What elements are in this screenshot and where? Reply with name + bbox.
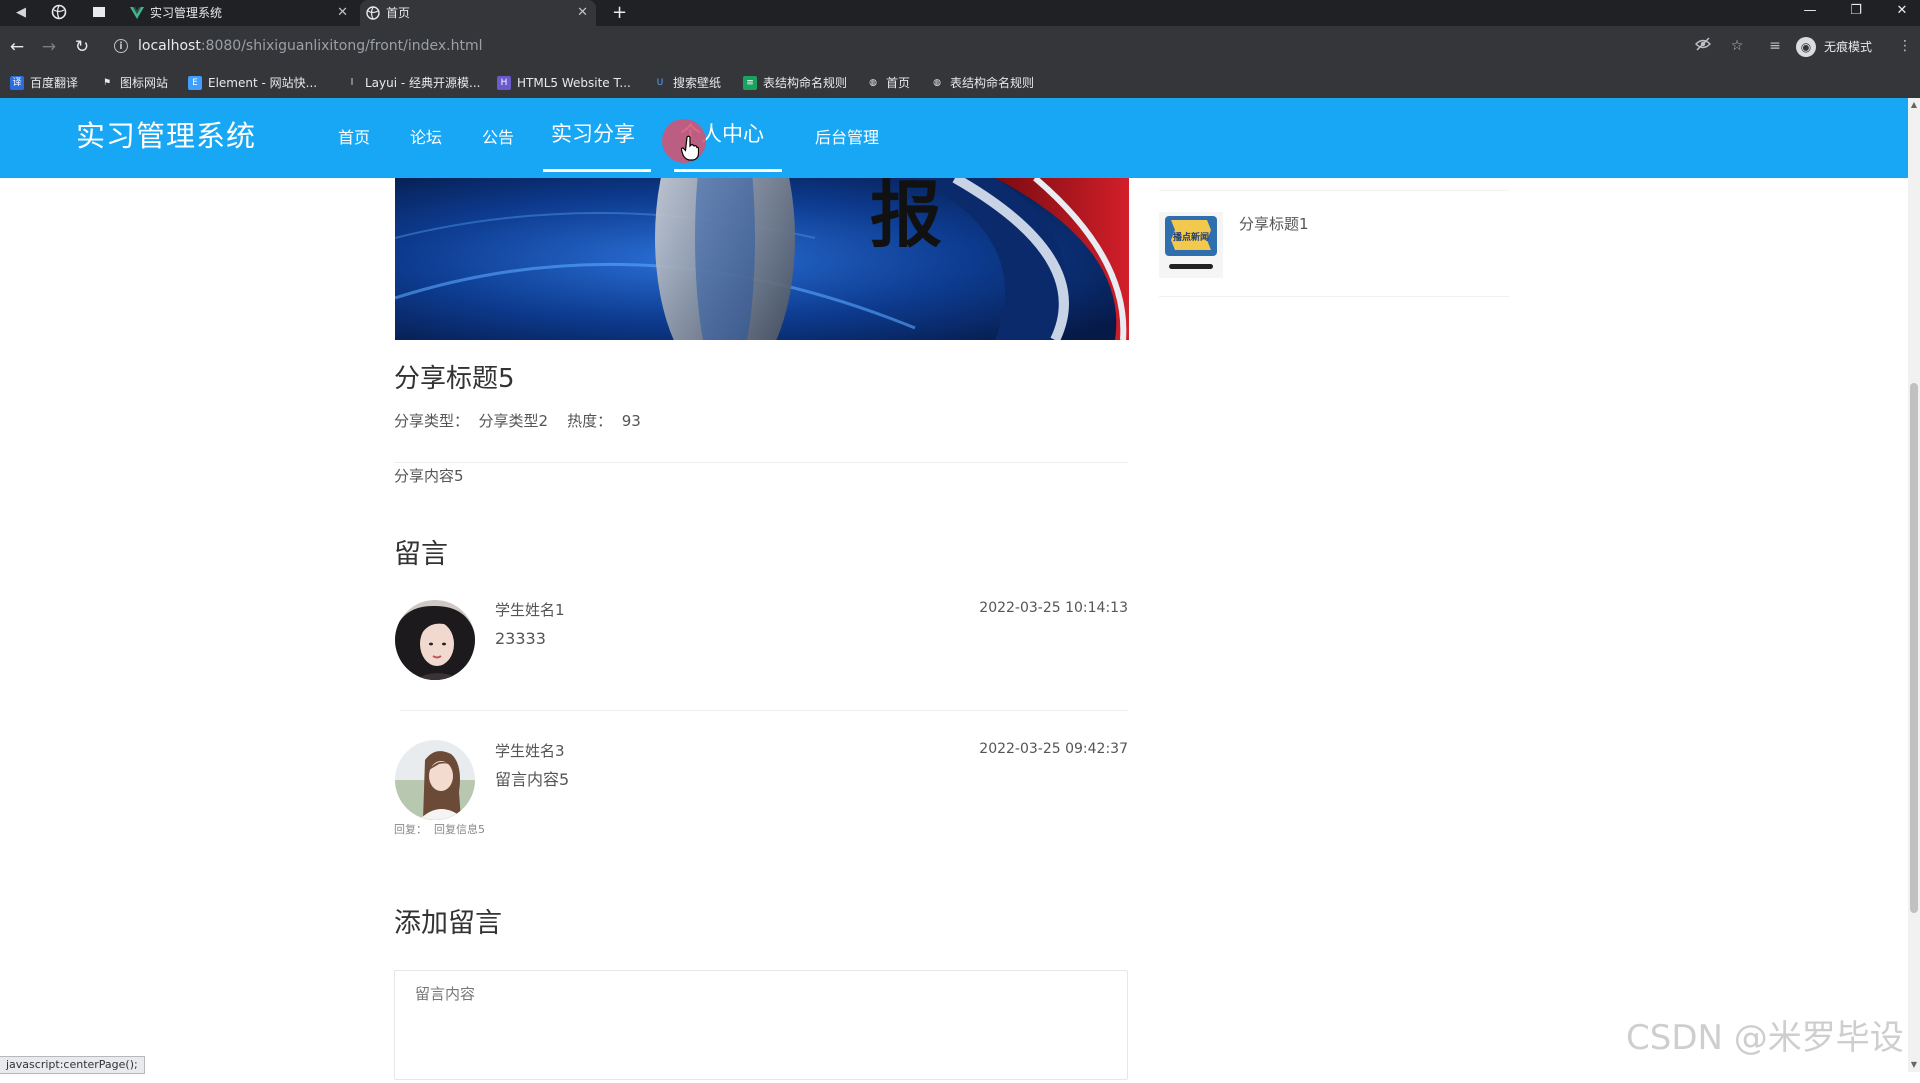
comment-input[interactable] <box>395 971 1127 1079</box>
watermark: CSDN @米罗毕设 <box>1626 1018 1904 1058</box>
avatar <box>395 600 475 680</box>
nav-admin[interactable]: 后台管理 <box>815 126 879 150</box>
html5-icon: H <box>497 76 511 90</box>
tab-home[interactable]: 首页 ✕ <box>360 0 596 26</box>
add-comment-title: 添加留言 <box>394 908 502 939</box>
sheet-icon: ≡ <box>743 76 757 90</box>
nav-underline <box>543 169 651 172</box>
bookmark-item[interactable]: ⚑ 图标网站 <box>100 75 168 91</box>
tab-square-icon[interactable] <box>90 4 108 22</box>
speaker-icon[interactable]: ◀ <box>12 4 30 22</box>
reading-list-icon[interactable]: ≡ <box>1765 36 1785 56</box>
globe-icon <box>366 6 380 20</box>
bookmark-item[interactable]: ◍ 首页 <box>866 75 910 91</box>
comment-input-wrapper <box>394 970 1128 1080</box>
flag-icon: ⚑ <box>102 78 112 88</box>
star-icon[interactable]: ☆ <box>1727 36 1747 56</box>
wallpaper-icon: U <box>656 78 664 88</box>
status-link-tooltip: javascript:centerPage(); <box>0 1056 145 1074</box>
scroll-down-icon[interactable]: ▼ <box>1910 1060 1918 1070</box>
address-bar: ← → ↻ i localhost:8080/shixiguanlixitong… <box>0 26 1920 68</box>
translate-icon: 译 <box>10 76 24 90</box>
globe-icon: ◍ <box>869 78 877 88</box>
bookmark-item[interactable]: 译百度翻译 <box>10 75 78 91</box>
restore-icon[interactable]: ❐ <box>1836 0 1876 22</box>
post-title: 分享标题5 <box>394 364 515 394</box>
new-tab-plus-icon[interactable]: + <box>612 0 627 26</box>
sidebar-item-title[interactable]: 分享标题1 <box>1239 214 1309 234</box>
bookmark-item[interactable]: l Layui - 经典开源模... <box>345 75 481 91</box>
nav-hover-underline <box>674 169 782 172</box>
forward-arrow-icon[interactable]: → <box>38 36 60 58</box>
tab-title: 实习管理系统 <box>150 6 223 20</box>
minimize-icon[interactable]: — <box>1790 0 1830 22</box>
nav-internship-share[interactable]: 实习分享 <box>551 122 635 146</box>
window-close-icon[interactable]: ✕ <box>1882 0 1920 22</box>
close-icon[interactable]: ✕ <box>577 0 588 26</box>
comment-text: 留言内容5 <box>495 770 570 789</box>
eye-off-icon[interactable] <box>1693 36 1713 56</box>
info-icon[interactable]: i <box>114 39 128 53</box>
divider <box>400 710 1128 711</box>
vue-icon <box>130 7 144 19</box>
url-field[interactable]: i localhost:8080/shixiguanlixitong/front… <box>110 33 1670 61</box>
divider <box>394 462 1128 463</box>
incognito-profile[interactable]: ◉ 无痕模式 <box>1796 35 1872 59</box>
back-arrow-icon[interactable]: ← <box>6 36 28 58</box>
nav-notice[interactable]: 公告 <box>482 126 514 150</box>
post-banner-image: 报 <box>395 178 1129 340</box>
sidebar-thumbnail[interactable]: 播点新闻 <box>1159 212 1223 278</box>
bookmark-item[interactable]: U 搜索壁纸 <box>653 75 721 91</box>
comment-author: 学生姓名1 <box>495 601 565 619</box>
comments-title: 留言 <box>394 539 448 570</box>
bookmark-item[interactable]: ◍ 表结构命名规则 <box>930 75 1034 91</box>
element-icon: E <box>188 76 202 90</box>
site-title: 实习管理系统 <box>76 119 257 153</box>
post-content: 分享内容5 <box>394 467 464 485</box>
banner-char: 报 <box>870 178 942 257</box>
bookmark-item[interactable]: ≡ 表结构命名规则 <box>743 75 847 91</box>
globe-icon[interactable] <box>50 4 68 22</box>
avatar <box>395 740 475 820</box>
post-meta: 分享类型： 分享类型2 热度： 93 <box>394 412 641 430</box>
browser-tab-bar: ◀ 实习管理系统 ✕ 首页 ✕ + — ❐ ✕ <box>0 0 1920 26</box>
incognito-icon: ◉ <box>1796 37 1816 57</box>
comment-reply: 回复： 回复信息5 <box>394 823 485 836</box>
sidebar-divider <box>1159 296 1509 297</box>
site-header: 实习管理系统 首页 论坛 公告 实习分享 个人中心 后台管理 <box>0 98 1908 178</box>
comment-author: 学生姓名3 <box>495 742 565 760</box>
reload-icon[interactable]: ↻ <box>71 36 93 58</box>
scroll-thumb[interactable] <box>1910 383 1918 913</box>
bookmark-item[interactable]: H HTML5 Website T... <box>497 75 631 91</box>
bookmarks-bar: 译百度翻译 ⚑ 图标网站 E Element - 网站快... l Layui - 经… <box>0 68 1920 99</box>
comment-time: 2022-03-25 09:42:37 <box>979 741 1128 757</box>
url-text[interactable]: localhost:8080/shixiguanlixitong/front/i… <box>138 38 483 54</box>
close-icon[interactable]: ✕ <box>337 0 348 26</box>
sidebar-divider <box>1159 190 1509 191</box>
globe-icon: ◍ <box>933 78 941 88</box>
kebab-menu-icon[interactable]: ⋮ <box>1895 36 1915 56</box>
hand-cursor-icon <box>681 135 699 161</box>
bookmark-item[interactable]: E Element - 网站快... <box>188 75 317 91</box>
scroll-up-icon[interactable]: ▲ <box>1910 100 1918 110</box>
comment-text: 23333 <box>495 629 546 648</box>
tab-internship-system[interactable]: 实习管理系统 ✕ <box>124 0 356 26</box>
nav-forum[interactable]: 论坛 <box>410 126 442 150</box>
thumb-text: 播点新闻 <box>1173 231 1209 243</box>
comment-time: 2022-03-25 10:14:13 <box>979 600 1128 616</box>
nav-home[interactable]: 首页 <box>338 126 370 150</box>
layui-icon: l <box>350 78 354 88</box>
page-scrollbar[interactable]: ▲ ▼ <box>1908 98 1920 1072</box>
tab-title: 首页 <box>386 6 411 20</box>
